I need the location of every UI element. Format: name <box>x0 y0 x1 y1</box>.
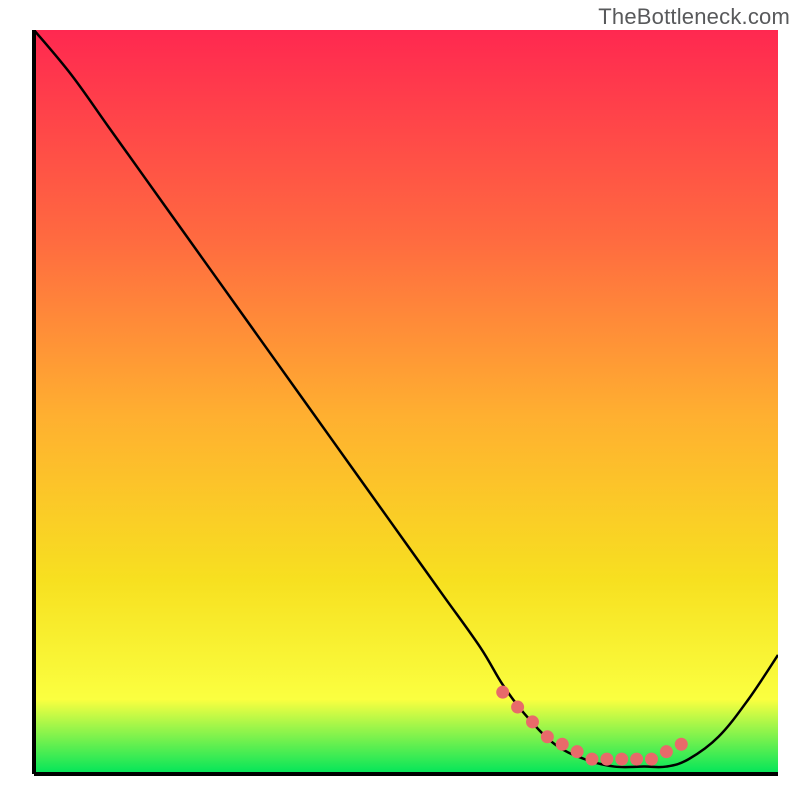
optimal-marker <box>496 686 509 699</box>
optimal-marker <box>615 753 628 766</box>
bottleneck-chart <box>0 0 800 800</box>
optimal-marker <box>571 745 584 758</box>
optimal-marker <box>600 753 613 766</box>
optimal-marker <box>541 730 554 743</box>
plot-background <box>34 30 778 774</box>
optimal-marker <box>645 753 658 766</box>
optimal-marker <box>556 738 569 751</box>
optimal-marker <box>675 738 688 751</box>
optimal-marker <box>630 753 643 766</box>
watermark-text: TheBottleneck.com <box>598 4 790 30</box>
optimal-marker <box>511 701 524 714</box>
optimal-marker <box>526 715 539 728</box>
optimal-marker <box>660 745 673 758</box>
chart-container: { "watermark": "TheBottleneck.com", "col… <box>0 0 800 800</box>
optimal-marker <box>586 753 599 766</box>
